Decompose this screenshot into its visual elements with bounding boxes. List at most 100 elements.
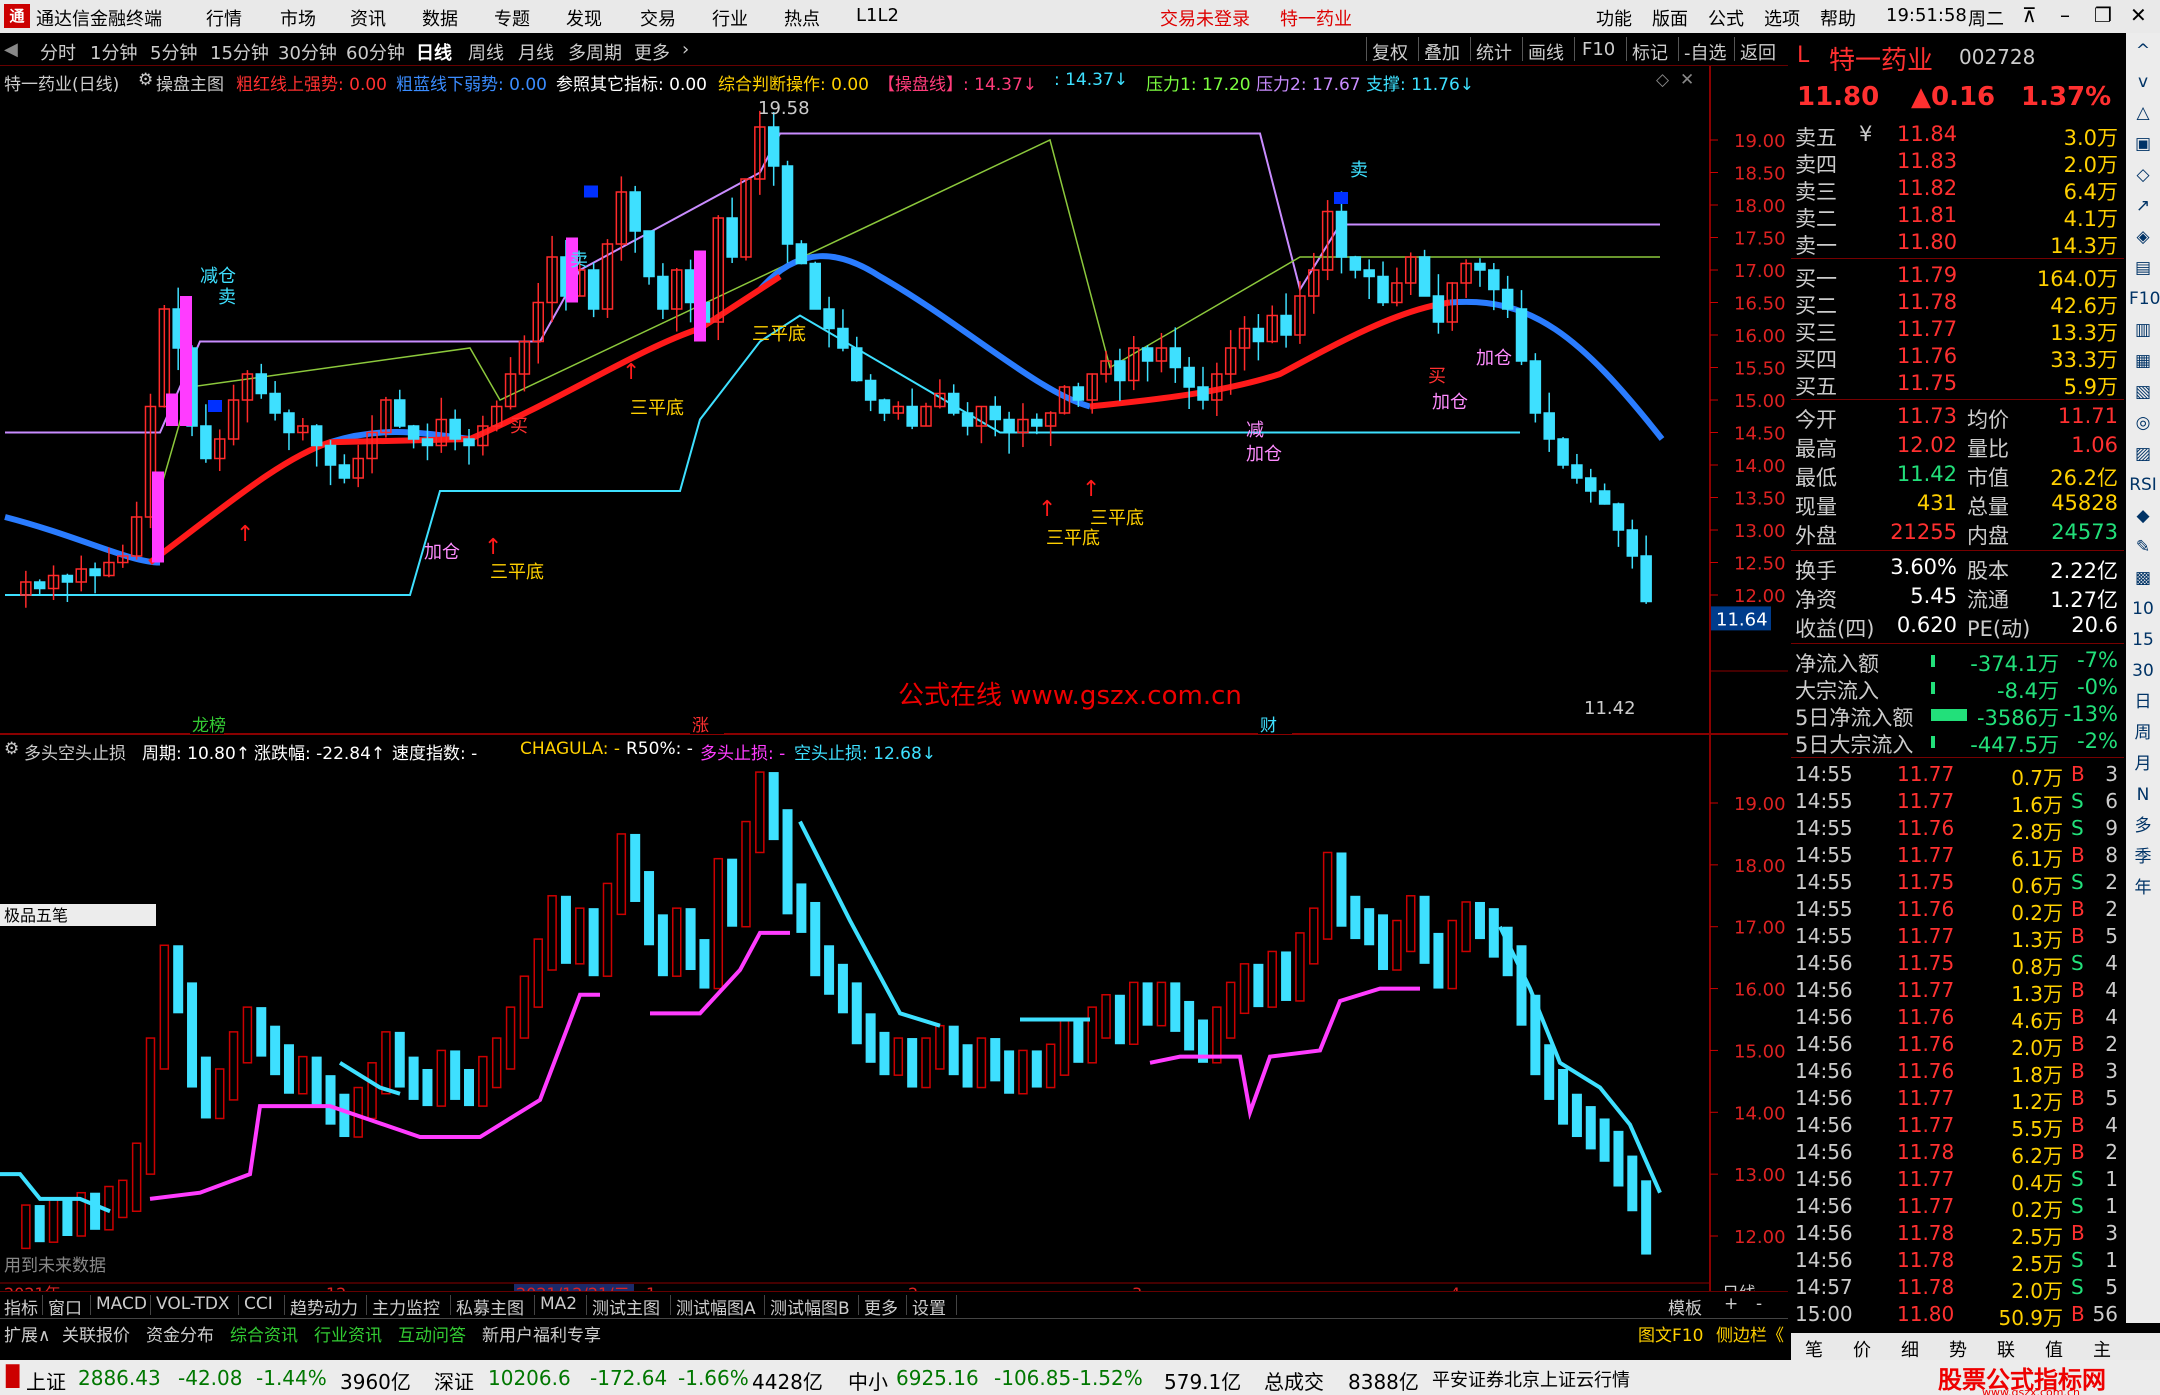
graphic-f10-link[interactable]: 图文F10 <box>1638 1321 1703 1346</box>
menu-l1l2[interactable]: L1L2 <box>856 5 899 26</box>
side-tool-icon[interactable]: 30 <box>2129 657 2157 685</box>
side-tool-icon[interactable]: ↗ <box>2129 192 2157 220</box>
indicator-tab[interactable]: CCI <box>244 1294 273 1314</box>
period-intraday[interactable]: 分时 <box>40 39 76 65</box>
gear-icon[interactable]: ⚙ <box>4 739 19 759</box>
side-tool-icon[interactable]: 10 <box>2129 595 2157 623</box>
info-link[interactable]: 关联报价 <box>62 1321 130 1346</box>
ask-row[interactable]: 卖三 11.82 6.4万 <box>1791 175 2124 204</box>
template-button[interactable]: 模板 <box>1668 1294 1702 1319</box>
side-tool-icon[interactable]: ▧ <box>2129 378 2157 406</box>
menu-market[interactable]: 市场 <box>280 5 316 31</box>
bid-row[interactable]: 买一 11.79 164.0万 <box>1791 262 2124 291</box>
info-link[interactable]: 互动问答 <box>398 1321 466 1346</box>
ask-row[interactable]: 卖四 11.83 2.0万 <box>1791 148 2124 177</box>
side-tool-icon[interactable]: 15 <box>2129 626 2157 654</box>
side-tool-icon[interactable]: N <box>2129 781 2157 809</box>
close-panel-icon[interactable]: ✕ <box>1680 70 1694 90</box>
side-tool-icon[interactable]: ◎ <box>2129 409 2157 437</box>
minimize-icon[interactable]: – <box>2060 3 2070 27</box>
sz-label[interactable]: 深证 <box>434 1366 474 1395</box>
side-tool-icon[interactable]: ◈ <box>2129 223 2157 251</box>
sh-label[interactable]: 上证 <box>26 1366 66 1395</box>
toolbar-adjust[interactable]: 复权 <box>1372 39 1408 65</box>
bid-row[interactable]: 买三 11.77 13.3万 <box>1791 316 2124 345</box>
indicator-tab[interactable]: 更多 <box>864 1294 898 1319</box>
add-window-button[interactable]: + <box>1724 1294 1738 1314</box>
detail-tab[interactable]: 细 <box>1901 1336 1919 1362</box>
side-tool-icon[interactable]: ▣ <box>2129 130 2157 158</box>
side-tool-icon[interactable]: △ <box>2129 99 2157 127</box>
indicator-tab[interactable]: 私募主图 <box>456 1294 524 1319</box>
side-tool-icon[interactable]: v <box>2129 68 2157 96</box>
side-tool-icon[interactable]: ▩ <box>2129 564 2157 592</box>
side-tool-icon[interactable]: 月 <box>2129 750 2157 778</box>
side-tool-icon[interactable]: ▨ <box>2129 440 2157 468</box>
indicator-tab[interactable]: MA2 <box>540 1294 577 1314</box>
ask-row[interactable]: 卖一 11.80 14.3万 <box>1791 229 2124 258</box>
menu-options[interactable]: 选项 <box>1764 5 1800 31</box>
menu-discover[interactable]: 发现 <box>566 5 602 31</box>
side-tool-icon[interactable]: ◆ <box>2129 502 2157 530</box>
side-tool-icon[interactable]: ▥ <box>2129 316 2157 344</box>
indicator-tab[interactable]: 指标 <box>4 1294 38 1319</box>
menu-trade[interactable]: 交易 <box>640 5 676 31</box>
period-5min[interactable]: 5分钟 <box>150 39 197 65</box>
period-weekly[interactable]: 周线 <box>468 39 504 65</box>
toolbar-stats[interactable]: 统计 <box>1476 39 1512 65</box>
toolbar-watchlist-remove[interactable]: -自选 <box>1684 39 1727 65</box>
trade-login-status[interactable]: 交易未登录 <box>1160 5 1250 31</box>
indicator-tab[interactable]: 窗口 <box>48 1294 82 1319</box>
detail-tab[interactable]: 价 <box>1853 1336 1871 1362</box>
detail-tab[interactable]: 主 <box>2093 1336 2111 1362</box>
ask-row[interactable]: 卖二 11.81 4.1万 <box>1791 202 2124 231</box>
side-tool-icon[interactable]: RSI <box>2129 471 2157 499</box>
side-tool-icon[interactable]: F10 <box>2129 285 2160 313</box>
zx-label[interactable]: 中小 <box>848 1366 888 1395</box>
period-more[interactable]: 更多 <box>634 39 670 65</box>
menu-help[interactable]: 帮助 <box>1820 5 1856 31</box>
menu-hot[interactable]: 热点 <box>784 5 820 31</box>
side-tool-icon[interactable]: 日 <box>2129 688 2157 716</box>
kline-chart[interactable]: 19.00 18.50 18.00 17.50 17.00 16.50 16.00 15.50… <box>0 66 1788 1291</box>
main-indicator-name[interactable]: 操盘主图 <box>156 70 224 95</box>
ask-row[interactable]: 卖五 ¥11.84 3.0万 <box>1791 121 2124 150</box>
bid-row[interactable]: 买二 11.78 42.6万 <box>1791 289 2124 318</box>
indicator-tab[interactable]: 测试幅图A <box>676 1294 756 1319</box>
indicator-tab[interactable]: 主力监控 <box>372 1294 440 1319</box>
bid-row[interactable]: 买五 11.75 5.9万 <box>1791 370 2124 399</box>
toolbar-draw[interactable]: 画线 <box>1528 39 1564 65</box>
menu-formula[interactable]: 公式 <box>1708 5 1744 31</box>
period-60min[interactable]: 60分钟 <box>346 39 405 65</box>
period-monthly[interactable]: 月线 <box>518 39 554 65</box>
detail-tab[interactable]: 势 <box>1949 1336 1967 1362</box>
side-tool-icon[interactable]: 季 <box>2129 843 2157 871</box>
detail-tab[interactable]: 联 <box>1997 1336 2015 1362</box>
bid-row[interactable]: 买四 11.76 33.3万 <box>1791 343 2124 372</box>
indicator-tab[interactable]: 设置 <box>912 1294 946 1319</box>
period-30min[interactable]: 30分钟 <box>278 39 337 65</box>
info-link[interactable]: 扩展∧ <box>4 1321 50 1346</box>
chart-area[interactable]: 19.00 18.50 18.00 17.50 17.00 16.50 16.00 15.50… <box>0 66 1788 1291</box>
menu-topics[interactable]: 专题 <box>494 5 530 31</box>
menu-news[interactable]: 资讯 <box>350 5 386 31</box>
side-tool-icon[interactable]: ▦ <box>2129 347 2157 375</box>
side-tool-icon[interactable]: ▤ <box>2129 254 2157 282</box>
sidebar-toggle[interactable]: 侧边栏《 <box>1716 1321 1784 1346</box>
sub-indicator-name[interactable]: 多头空头止损 <box>24 739 126 764</box>
side-tool-icon[interactable]: ^ <box>2129 37 2157 65</box>
side-tool-icon[interactable]: 周 <box>2129 719 2157 747</box>
period-1min[interactable]: 1分钟 <box>90 39 137 65</box>
restore-icon[interactable]: ❐ <box>2094 3 2112 27</box>
pin-icon[interactable]: ⊼ <box>2022 3 2037 27</box>
period-multi[interactable]: 多周期 <box>568 39 622 65</box>
close-icon[interactable]: ✕ <box>2130 3 2147 27</box>
indicator-tab[interactable]: 趋势动力 <box>290 1294 358 1319</box>
indicator-tab[interactable]: 测试幅图B <box>770 1294 850 1319</box>
detail-tab[interactable]: 笔 <box>1805 1336 1823 1362</box>
indicator-tab[interactable]: 测试主图 <box>592 1294 660 1319</box>
menu-function[interactable]: 功能 <box>1596 5 1632 31</box>
remove-window-button[interactable]: - <box>1756 1294 1762 1314</box>
toolbar-back[interactable]: 返回 <box>1740 39 1776 65</box>
menu-industry[interactable]: 行业 <box>712 5 748 31</box>
